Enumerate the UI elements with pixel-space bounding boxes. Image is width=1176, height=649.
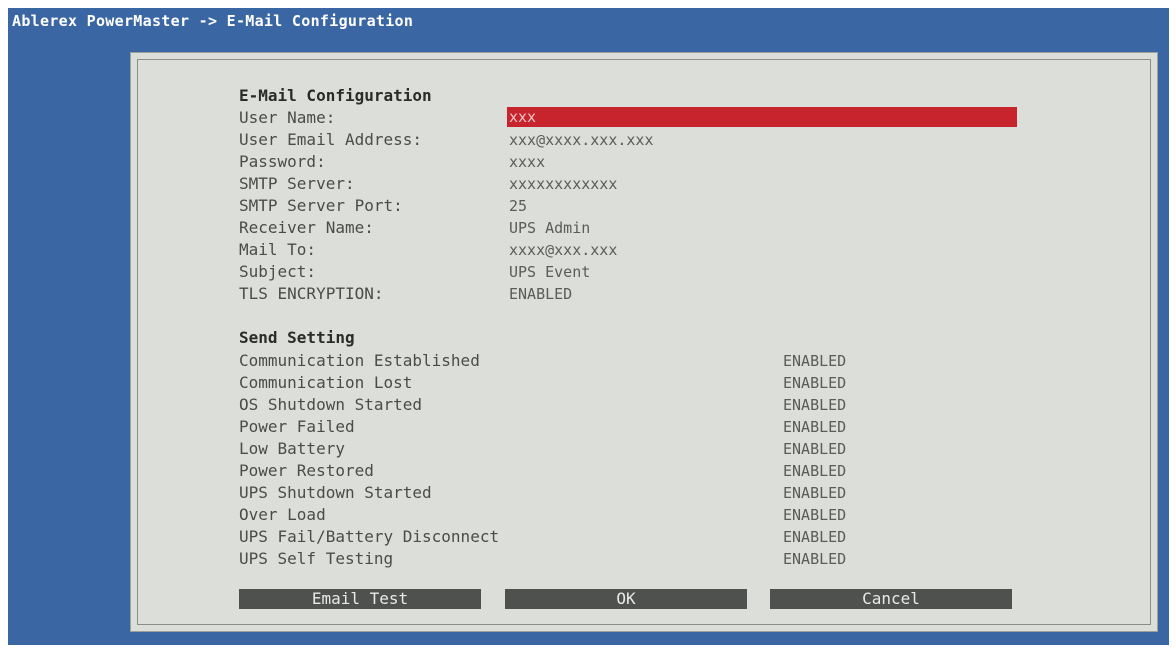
mail-to-field[interactable]: xxxx@xxx.xxx	[507, 240, 1017, 260]
ok-button[interactable]: OK	[505, 589, 747, 609]
password-field[interactable]: xxxx	[507, 152, 1017, 172]
send-item-label: UPS Shutdown Started	[239, 483, 432, 502]
mail-to-label: Mail To:	[239, 240, 317, 259]
send-item-status[interactable]: ENABLED	[783, 394, 846, 416]
send-item-label: UPS Self Testing	[239, 549, 394, 568]
send-item-status[interactable]: ENABLED	[783, 482, 846, 504]
subject-field[interactable]: UPS Event	[507, 262, 1017, 282]
password-label: Password:	[239, 152, 326, 171]
send-item-label: Power Restored	[239, 461, 374, 480]
send-item-label: Power Failed	[239, 417, 355, 436]
send-item-label: Over Load	[239, 505, 326, 524]
send-item-status[interactable]: ENABLED	[783, 350, 846, 372]
send-item-label: Low Battery	[239, 439, 345, 458]
send-item-status[interactable]: ENABLED	[783, 438, 846, 460]
send-item-label: Communication Established	[239, 351, 480, 370]
send-item-status[interactable]: ENABLED	[783, 548, 846, 570]
send-item-status[interactable]: ENABLED	[783, 526, 846, 548]
window-title: Ablerex PowerMaster -> E-Mail Configurat…	[12, 12, 414, 30]
terminal-screen: Ablerex PowerMaster -> E-Mail Configurat…	[8, 8, 1169, 645]
smtp-port-label: SMTP Server Port:	[239, 196, 403, 215]
tls-encryption-field[interactable]: ENABLED	[507, 284, 1017, 304]
send-item-status[interactable]: ENABLED	[783, 416, 846, 438]
email-config-heading: E-Mail Configuration	[239, 86, 432, 105]
user-email-label: User Email Address:	[239, 130, 423, 149]
email-test-button[interactable]: Email Test	[239, 589, 481, 609]
receiver-name-field[interactable]: UPS Admin	[507, 218, 1017, 238]
user-name-field[interactable]: xxx	[507, 107, 1017, 127]
send-item-status[interactable]: ENABLED	[783, 372, 846, 394]
send-item-label: OS Shutdown Started	[239, 395, 423, 414]
smtp-server-label: SMTP Server:	[239, 174, 355, 193]
receiver-name-label: Receiver Name:	[239, 218, 374, 237]
send-item-status[interactable]: ENABLED	[783, 504, 846, 526]
smtp-port-field[interactable]: 25	[507, 196, 1017, 216]
subject-label: Subject:	[239, 262, 317, 281]
tls-encryption-label: TLS ENCRYPTION:	[239, 284, 384, 303]
smtp-server-field[interactable]: xxxxxxxxxxxx	[507, 174, 1017, 194]
cancel-button[interactable]: Cancel	[770, 589, 1012, 609]
send-setting-heading: Send Setting	[239, 328, 355, 347]
email-config-dialog: E-Mail Configuration User Name: xxx User…	[130, 52, 1158, 632]
send-item-status[interactable]: ENABLED	[783, 460, 846, 482]
send-item-label: Communication Lost	[239, 373, 413, 392]
user-email-field[interactable]: xxx@xxxx.xxx.xxx	[507, 130, 1017, 150]
user-name-label: User Name:	[239, 108, 336, 127]
send-item-label: UPS Fail/Battery Disconnect	[239, 527, 500, 546]
